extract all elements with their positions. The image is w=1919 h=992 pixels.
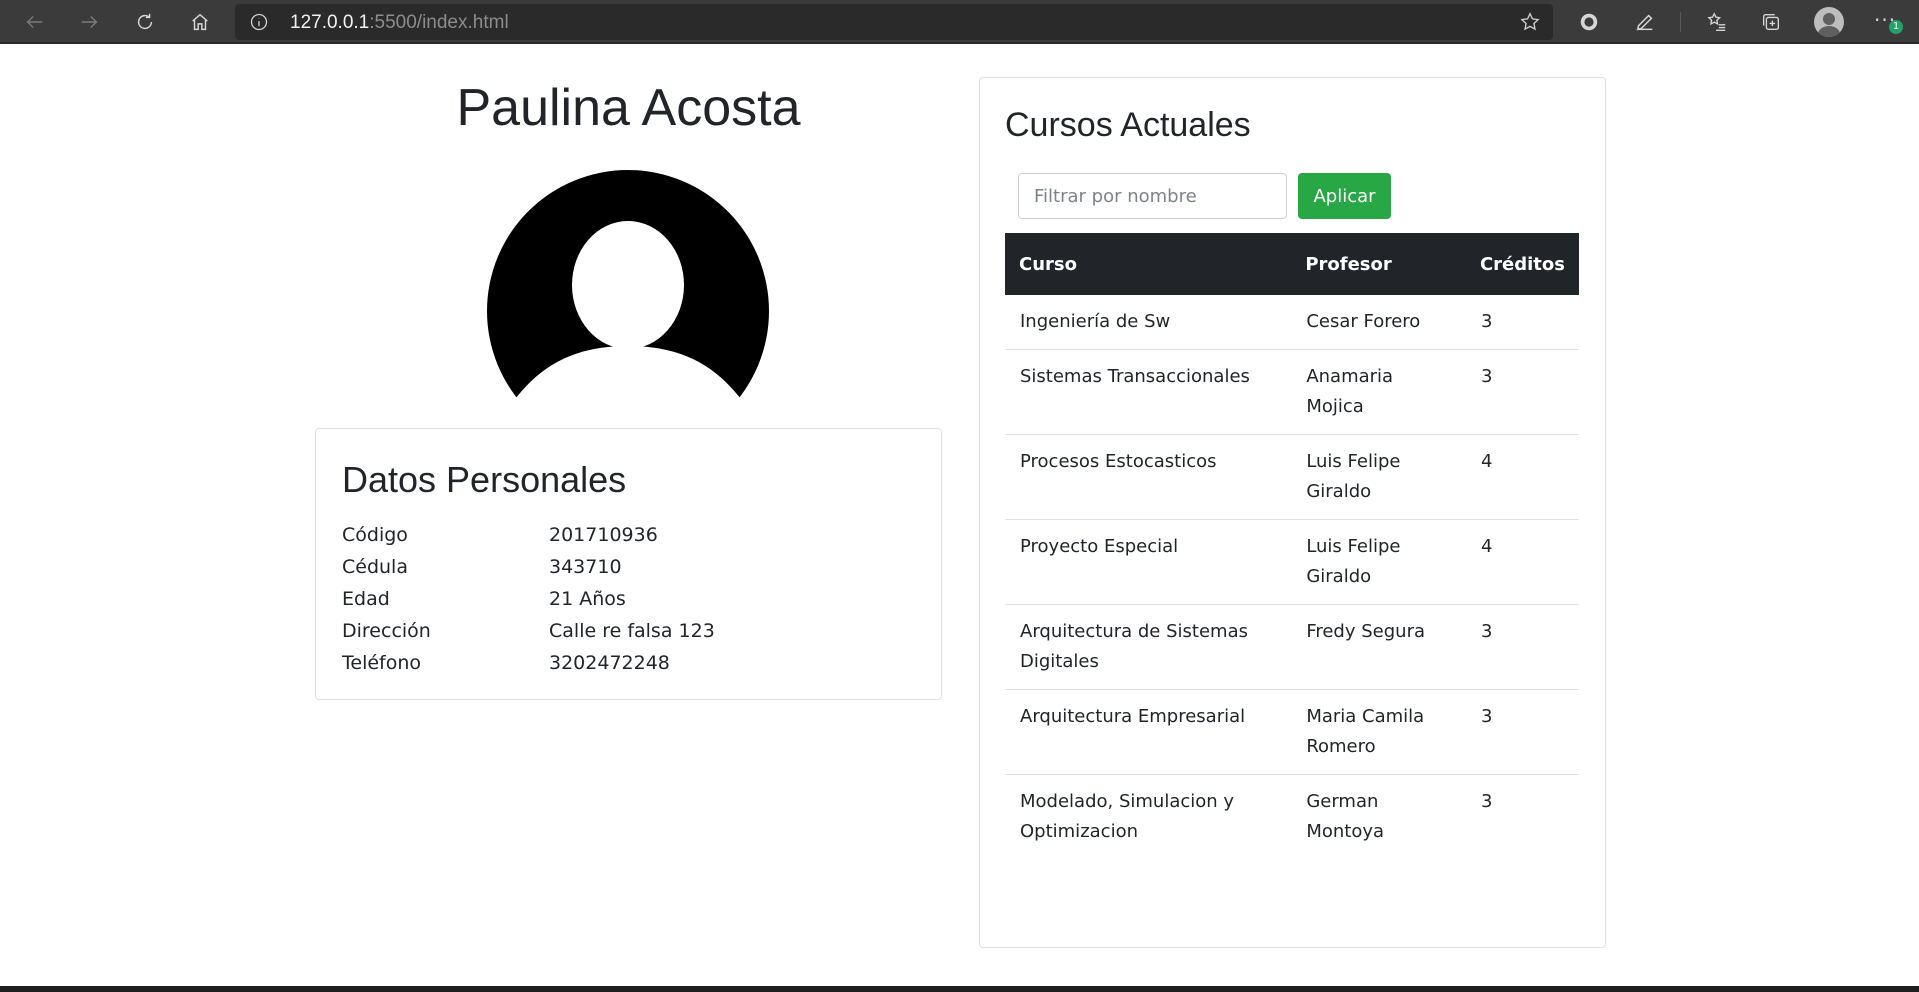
course-name-cell: Ingeniería de Sw [1020,311,1171,332]
url-path: :5500/index.html [369,12,509,33]
profile-avatar-icon[interactable] [1814,7,1844,37]
professor-cell: Luis Felipe Giraldo [1291,519,1466,605]
favorite-star-icon[interactable] [1519,11,1541,33]
url-host: 127.0.0.1 [290,12,370,33]
field-label: Dirección [342,620,431,642]
back-arrow-icon[interactable] [21,8,49,36]
refresh-icon[interactable] [131,8,159,36]
course-name-cell: Proyecto Especial [1005,519,1292,605]
field-row-edad: Edad 21 Años [342,583,902,615]
table-row: Sistemas Transaccionales Anamaria Mojica… [1005,349,1579,435]
filter-by-name-input[interactable] [1018,173,1287,219]
field-label: Cédula [342,556,408,578]
table-header-row: Curso Profesor Créditos [1005,233,1579,295]
course-name-cell: Arquitectura Empresarial [1005,689,1292,775]
credits-cell: 3 [1465,774,1579,859]
student-name: Paulina Acosta [456,79,801,137]
credits-cell: 4 [1465,519,1579,605]
course-name-cell: Sistemas Transaccionales [1005,349,1292,435]
field-value: 3202472248 [549,652,670,674]
table-row: Arquitectura Empresarial Maria Camila Ro… [1005,689,1579,775]
personal-data-title: Datos Personales [342,459,627,500]
credits-cell: 3 [1480,311,1493,332]
credits-cell: 3 [1465,349,1579,435]
info-icon[interactable] [249,12,269,32]
url-text: 127.0.0.1:5500/index.html [290,12,509,34]
field-row-telefono: Teléfono 3202472248 [342,647,902,679]
professor-cell: Fredy Segura [1291,604,1466,690]
update-badge: 1 [1889,20,1903,34]
course-name-cell: Modelado, Simulacion y Optimizacion [1005,774,1292,859]
forward-arrow-icon[interactable] [75,8,103,36]
apply-filter-button[interactable]: Aplicar [1298,173,1391,219]
credits-cell: 3 [1465,604,1579,690]
table-row: Procesos Estocasticos Luis Felipe Girald… [1005,434,1579,520]
toolbar-separator [1680,12,1681,32]
professor-cell: Cesar Forero [1306,311,1421,332]
taskbar-edge [0,986,1919,992]
home-icon[interactable] [186,8,214,36]
browser-toolbar: 127.0.0.1:5500/index.html ··· 1 [0,0,1919,44]
field-value: 201710936 [549,524,658,546]
professor-cell: Anamaria Mojica [1291,349,1466,435]
table-row: Modelado, Simulacion y Optimizacion Germ… [1005,774,1579,859]
field-label: Teléfono [342,652,422,674]
personal-data-card: Datos Personales Código 201710936 Cédula 3… [315,428,942,700]
professor-cell: Luis Felipe Giraldo [1291,434,1466,520]
field-label: Código [342,524,408,546]
field-row-codigo: Código 201710936 [342,519,902,551]
field-value: 343710 [549,556,622,578]
current-courses-card: Cursos Actuales Aplicar Curso Profesor C… [979,77,1606,948]
pen-extension-icon[interactable] [1631,8,1659,36]
extension-icon[interactable] [1575,8,1603,36]
table-row: Proyecto Especial Luis Felipe Giraldo 4 [1005,519,1579,605]
table-row: Ingeniería de Sw Cesar Forero 3 [1005,295,1579,350]
credits-cell: 4 [1465,434,1579,520]
table-row: Arquitectura de Sistemas Digitales Fredy… [1005,604,1579,690]
courses-table: Curso Profesor Créditos Ingeniería de Sw… [1005,233,1579,859]
professor-cell: German Montoya [1291,774,1466,859]
column-header-curso: Curso [1019,253,1077,275]
personal-data-list: Código 201710936 Cédula 343710 Edad 21 Años… [342,519,902,679]
course-name-cell: Procesos Estocasticos [1005,434,1292,520]
professor-cell: Maria Camila Romero [1291,689,1466,775]
collections-icon[interactable] [1757,8,1785,36]
favorites-icon[interactable] [1703,8,1731,36]
column-header-profesor: Profesor [1305,253,1392,275]
course-name-cell: Arquitectura de Sistemas Digitales [1005,604,1292,690]
field-label: Edad [342,588,390,610]
column-header-creditos: Créditos [1479,253,1565,275]
field-row-direccion: Dirección Calle re falsa 123 [342,615,902,647]
courses-title: Cursos Actuales [1005,106,1251,144]
field-row-cedula: Cédula 343710 [342,551,902,583]
field-value: Calle re falsa 123 [549,620,715,642]
address-bar[interactable]: 127.0.0.1:5500/index.html [235,4,1553,40]
user-avatar-icon [487,170,769,402]
credits-cell: 3 [1465,689,1579,775]
field-value: 21 Años [549,588,626,610]
